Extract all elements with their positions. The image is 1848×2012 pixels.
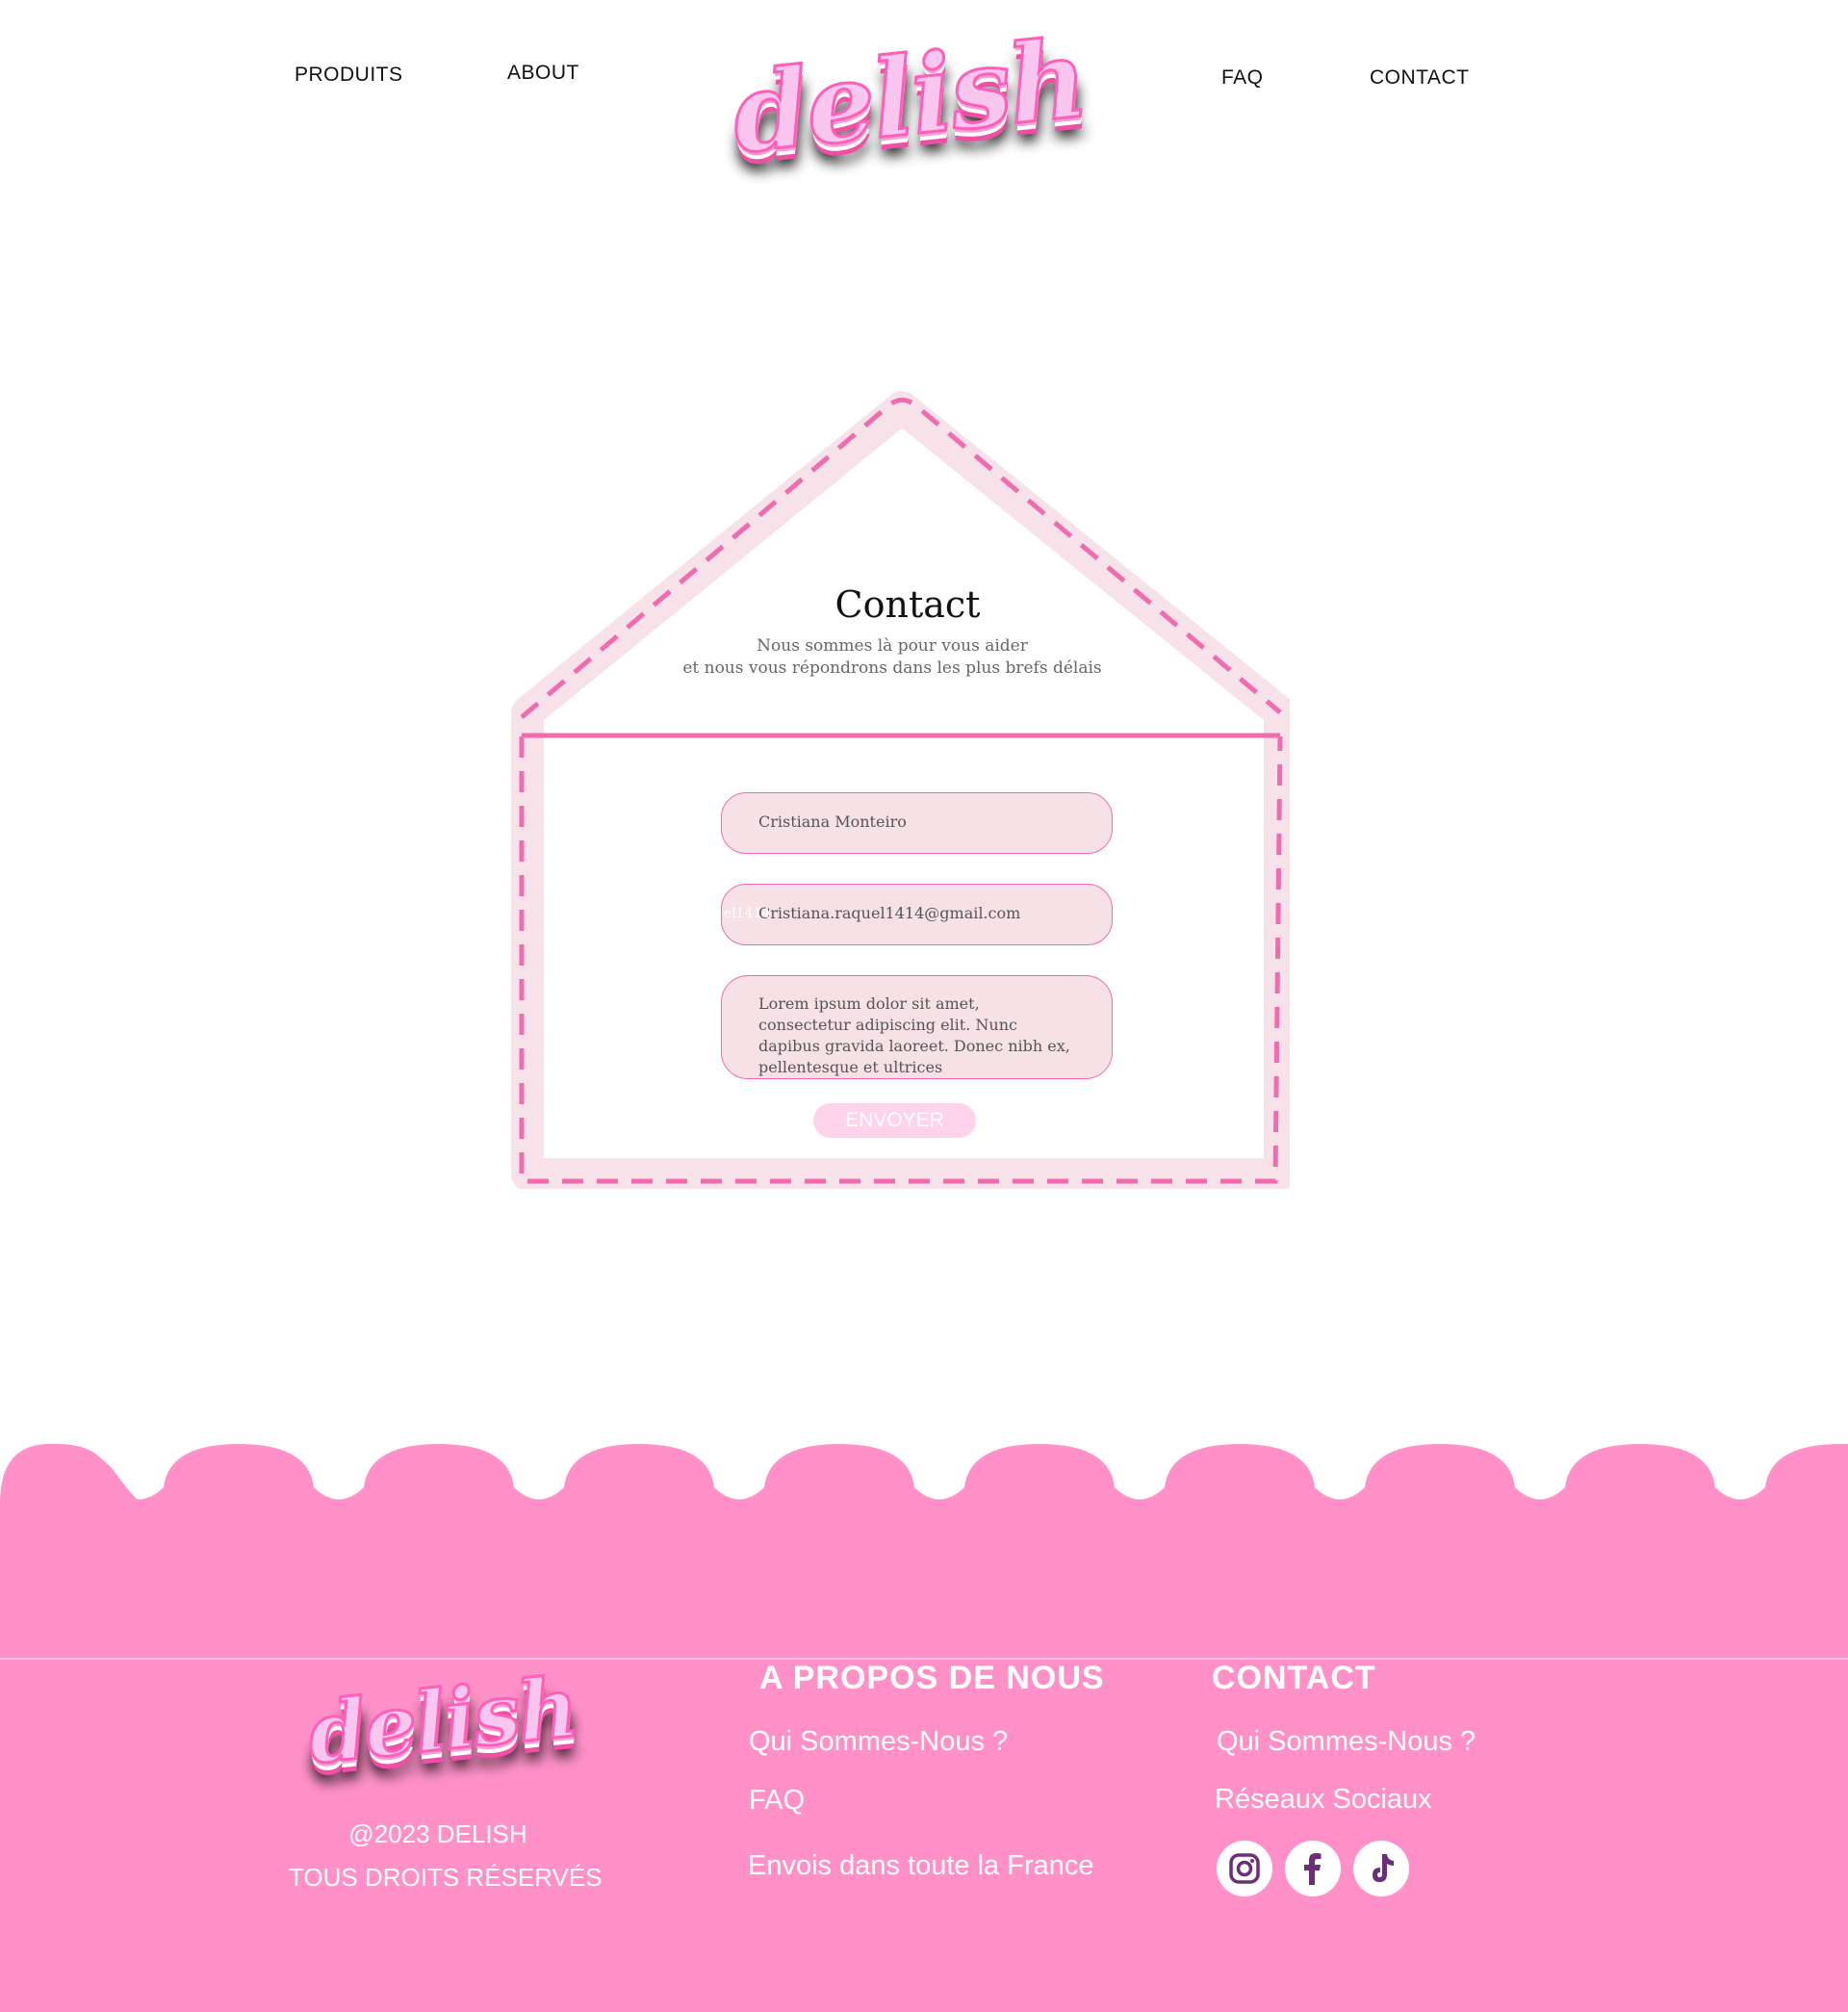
email-value: Cristiana.raquel1414@gmail.com — [758, 904, 1021, 922]
logo-wordmark: delish — [726, 13, 1093, 179]
nav-produits[interactable]: PRODUITS — [295, 64, 403, 87]
email-field[interactable]: el1414 Cristiana.raquel1414@gmail.com — [721, 884, 1113, 945]
nav-about[interactable]: ABOUT — [507, 62, 579, 85]
footer-link-qui-sommes-nous-2[interactable]: Qui Sommes-Nous ? — [1217, 1726, 1476, 1758]
facebook-icon[interactable] — [1285, 1841, 1341, 1896]
email-ghost-text: el1414 — [724, 906, 771, 921]
footer-link-envois[interactable]: Envois dans toute la France — [748, 1850, 1093, 1882]
contact-subtitle-2: et nous vous répondrons dans les plus br… — [682, 658, 1102, 678]
footer-link-faq[interactable]: FAQ — [749, 1785, 805, 1817]
tiktok-icon[interactable] — [1353, 1841, 1409, 1896]
instagram-icon[interactable] — [1217, 1841, 1272, 1896]
footer-link-reseaux-sociaux[interactable]: Réseaux Sociaux — [1215, 1784, 1432, 1816]
message-field[interactable]: Lorem ipsum dolor sit amet, consectetur … — [721, 975, 1113, 1079]
header-logo[interactable]: delish — [726, 10, 1093, 183]
nav-contact[interactable]: CONTACT — [1370, 66, 1469, 90]
contact-title: Contact — [834, 583, 981, 626]
footer-about-heading: A PROPOS DE NOUS — [759, 1660, 1105, 1696]
footer-copyright-2: TOUS DROITS RÉSERVÉS — [289, 1863, 603, 1892]
footer-contact-heading: CONTACT — [1212, 1660, 1376, 1696]
name-field[interactable]: Cristiana Monteiro — [721, 792, 1113, 854]
footer-copyright-1: @2023 DELISH — [348, 1819, 527, 1848]
nav-faq[interactable]: FAQ — [1221, 66, 1264, 90]
contact-subtitle-1: Nous sommes là pour vous aider — [757, 636, 1028, 656]
send-button[interactable]: ENVOYER — [813, 1103, 976, 1138]
footer — [0, 1660, 1848, 2012]
footer-link-qui-sommes-nous[interactable]: Qui Sommes-Nous ? — [749, 1726, 1008, 1758]
footer-logo-wordmark: delish — [302, 1657, 582, 1785]
footer-logo[interactable]: delish — [302, 1648, 582, 1793]
